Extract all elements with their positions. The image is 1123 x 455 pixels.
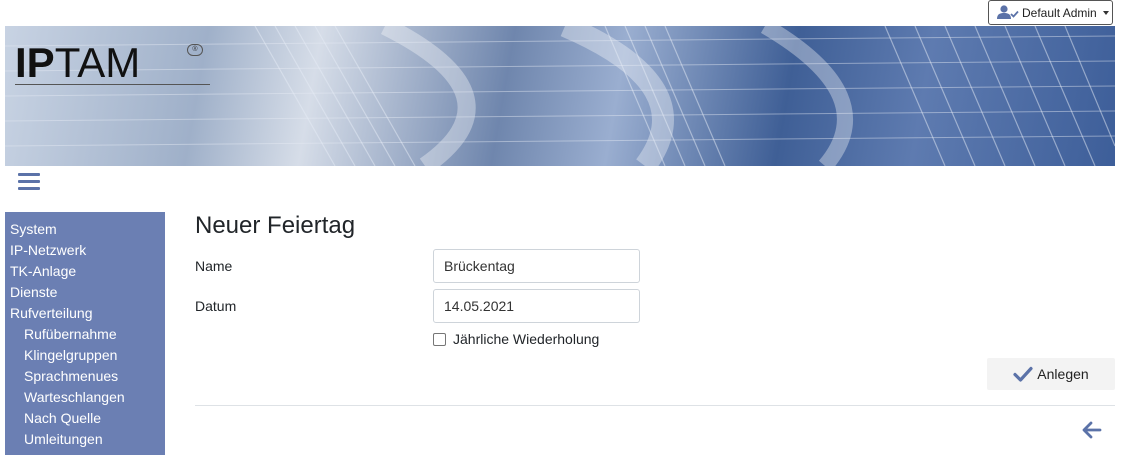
logo-underline [15, 84, 210, 85]
checkmark-icon [1013, 366, 1033, 382]
date-field[interactable] [433, 289, 640, 323]
sidebar-item-tk-anlage[interactable]: TK-Anlage [5, 261, 165, 282]
logo-registered-mark: ® [187, 44, 203, 56]
banner-graphic [5, 26, 1115, 166]
sidebar-item-ip-netzwerk[interactable]: IP-Netzwerk [5, 240, 165, 261]
sidebar-item-rufverteilung[interactable]: Rufverteilung [5, 303, 165, 324]
sidebar-item-klingelgruppen[interactable]: Klingelgruppen [5, 345, 165, 366]
name-field[interactable] [433, 249, 640, 283]
sidebar-nav: System IP-Netzwerk TK-Anlage Dienste Ruf… [5, 212, 165, 455]
back-arrow-icon[interactable] [1082, 421, 1102, 439]
user-menu-label: Default Admin [1022, 5, 1097, 20]
yearly-repeat-label[interactable]: Jährliche Wiederholung [453, 331, 599, 347]
sidebar-item-sprachmenues[interactable]: Sprachmenues [5, 366, 165, 387]
sidebar-item-nach-quelle[interactable]: Nach Quelle [5, 408, 165, 429]
caret-down-icon [1102, 10, 1109, 15]
logo-thin-text: TAM [54, 39, 141, 86]
page-title: Neuer Feiertag [195, 212, 356, 239]
sidebar-item-warteschlangen[interactable]: Warteschlangen [5, 387, 165, 408]
sidebar-item-umleitungen[interactable]: Umleitungen [5, 429, 165, 450]
date-label: Datum [195, 298, 237, 314]
yearly-repeat-row: Jährliche Wiederholung [433, 331, 599, 347]
menu-toggle-icon[interactable] [18, 173, 40, 191]
sidebar-item-rufuebernahme[interactable]: Rufübernahme [5, 324, 165, 345]
header-banner: IPTAM ® [5, 26, 1115, 166]
create-button[interactable]: Anlegen [987, 358, 1115, 390]
name-label: Name [195, 258, 233, 274]
user-menu-button[interactable]: Default Admin [988, 0, 1113, 25]
sidebar-item-system[interactable]: System [5, 219, 165, 240]
iptam-logo: IPTAM [15, 42, 140, 84]
yearly-repeat-checkbox[interactable] [433, 332, 446, 346]
sidebar-item-dienste[interactable]: Dienste [5, 282, 165, 303]
user-check-icon [997, 5, 1019, 19]
logo-bold-text: IP [15, 39, 55, 86]
form-divider [195, 405, 1115, 406]
create-button-label: Anlegen [1037, 366, 1089, 382]
